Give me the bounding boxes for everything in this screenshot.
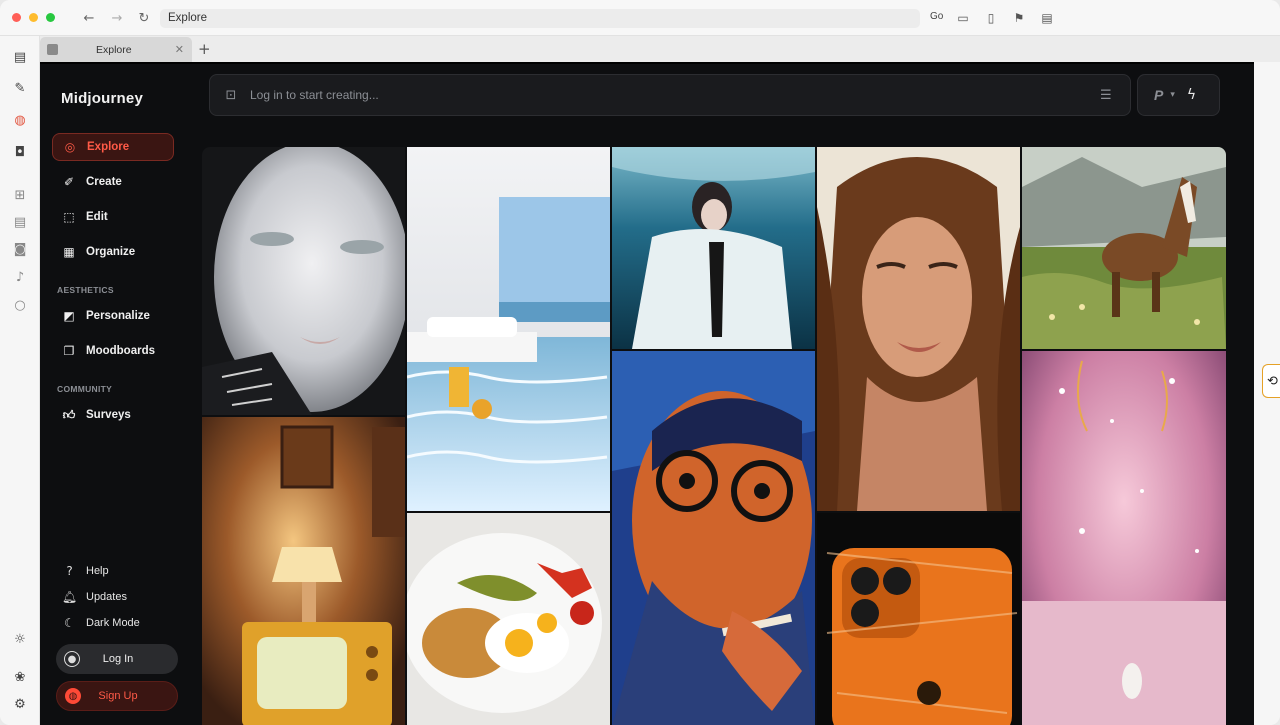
toolbar-icons: ▭ ▯ ⚑ ▤ xyxy=(955,10,1055,26)
nav-label: Edit xyxy=(86,211,108,223)
explore-gallery xyxy=(202,147,1226,725)
side-tool-icon[interactable]: ⟲ xyxy=(1262,364,1280,398)
nav-label: Personalize xyxy=(86,310,150,322)
camera-icon[interactable]: ◙ xyxy=(11,240,29,258)
nav-label: Create xyxy=(86,176,122,188)
signup-label: Sign Up xyxy=(98,690,138,702)
help-link[interactable]: ? Help xyxy=(61,562,109,579)
gallery-image-breakfast-plate[interactable] xyxy=(407,513,610,725)
nav-surveys[interactable]: 👍︎ Surveys xyxy=(52,401,174,429)
globe-icon[interactable]: ◍ xyxy=(11,111,29,129)
go-button[interactable]: Go xyxy=(930,11,943,22)
midjourney-app: Midjourney ◎ Explore ✐ Create ⬚ Edit ▦ O… xyxy=(40,62,1254,725)
gallery-image-orange-phone[interactable] xyxy=(817,513,1020,725)
gallery-image-silver-face[interactable] xyxy=(202,147,405,415)
tab-title: Explore xyxy=(96,43,132,56)
new-tab-icon[interactable]: + xyxy=(198,40,211,58)
updates-label: Updates xyxy=(86,590,127,603)
gallery-image-pink-forest[interactable] xyxy=(1022,351,1226,725)
nav-personalize[interactable]: ◩ Personalize xyxy=(52,302,174,330)
bell-icon: 🔔︎ xyxy=(61,589,78,604)
mode-selector[interactable]: P ▾ ϟ xyxy=(1137,74,1220,116)
grid-icon: ▦ xyxy=(63,245,75,259)
gallery-image-retro-tv-room[interactable] xyxy=(202,417,405,725)
gallery-image-horse-meadow[interactable] xyxy=(1022,147,1226,349)
gallery-image-man-glasses-illustration[interactable] xyxy=(612,351,815,725)
tab-explore[interactable]: Explore ✕ xyxy=(40,37,192,62)
prompt-bar: ⊡ ☰ xyxy=(209,74,1131,116)
thumbs-up-icon: 👍︎ xyxy=(62,407,76,422)
pen-icon[interactable]: ✎ xyxy=(11,79,29,97)
user-icon: ● xyxy=(64,651,80,667)
moon-icon: ☾ xyxy=(64,615,75,630)
back-arrow-icon[interactable]: ← xyxy=(78,7,100,29)
browser-side-rail: ▤ ✎ ◍ ◘ ⊞ ▤ ◙ ♪ ○ ☼ ❀ ⚙ xyxy=(0,36,40,725)
brush-icon: ✐ xyxy=(63,175,75,189)
settings-gear-icon[interactable]: ⚙ xyxy=(11,695,29,713)
nav-label: Explore xyxy=(87,141,130,153)
dark-mode-label: Dark Mode xyxy=(86,616,140,629)
image-add-icon[interactable]: ⊡ xyxy=(222,86,240,104)
window-controls xyxy=(12,13,55,22)
help-icon: ? xyxy=(66,563,73,578)
address-bar[interactable]: Explore xyxy=(160,9,920,28)
browser-toolbar: ← → ↻ Explore Go ▭ ▯ ⚑ ▤ xyxy=(0,0,1280,36)
forward-arrow-icon[interactable]: → xyxy=(106,7,128,29)
gallery-image-underwater-girl[interactable] xyxy=(612,147,815,349)
help-label: Help xyxy=(86,564,109,577)
nav-label: Surveys xyxy=(86,409,131,421)
nav-organize[interactable]: ▦ Organize xyxy=(52,238,174,266)
nav-moodboards[interactable]: ❐ Moodboards xyxy=(52,337,174,365)
bookmark-icon[interactable]: ⚑ xyxy=(1011,10,1027,26)
close-window-button[interactable] xyxy=(12,13,21,22)
document-icon[interactable]: ▤ xyxy=(11,213,29,231)
sliders-icon[interactable]: ☰ xyxy=(1100,88,1118,103)
close-tab-icon[interactable]: ✕ xyxy=(175,43,184,56)
nav-explore[interactable]: ◎ Explore xyxy=(52,133,174,161)
book-icon[interactable]: ▤ xyxy=(1039,10,1055,26)
browser-window: ← → ↻ Explore Go ▭ ▯ ⚑ ▤ ▤ ✎ ◍ ◘ ⊞ ▤ ◙ ♪… xyxy=(0,0,1280,725)
tree-icon[interactable]: ⊞ xyxy=(11,186,29,204)
gallery-image-white-pool-room[interactable] xyxy=(407,147,610,511)
updates-link[interactable]: 🔔︎ Updates xyxy=(61,588,127,605)
chevron-down-icon: ▾ xyxy=(1170,90,1175,100)
prompt-input[interactable] xyxy=(250,88,1100,102)
nav-edit[interactable]: ⬚ Edit xyxy=(52,203,174,231)
sun-icon[interactable]: ☼ xyxy=(11,630,29,648)
moodboards-icon: ❐ xyxy=(63,344,75,358)
globe-icon: ◍ xyxy=(65,688,81,704)
personalize-icon: ◩ xyxy=(63,309,75,323)
favicon-icon xyxy=(47,44,58,55)
notes-icon[interactable]: ▤ xyxy=(11,48,29,66)
maximize-window-button[interactable] xyxy=(46,13,55,22)
tab-strip: Explore ✕ + xyxy=(40,36,1280,62)
login-button[interactable]: ● Log In xyxy=(56,644,178,674)
extensions-icon[interactable]: ❀ xyxy=(11,668,29,686)
edit-icon: ⬚ xyxy=(63,210,75,224)
dark-mode-toggle[interactable]: ☾ Dark Mode xyxy=(61,614,140,631)
brand-logo[interactable]: Midjourney xyxy=(61,90,143,107)
lightning-icon[interactable]: ϟ xyxy=(1187,87,1196,103)
gallery-image-brunette-portrait[interactable] xyxy=(817,147,1020,511)
microphone-icon[interactable]: ♪ xyxy=(11,268,29,286)
signup-button[interactable]: ◍ Sign Up xyxy=(56,681,178,711)
minimize-window-button[interactable] xyxy=(29,13,38,22)
nav-label: Moodboards xyxy=(86,345,155,357)
folder-icon[interactable]: ▭ xyxy=(955,10,971,26)
robot-icon[interactable]: ◘ xyxy=(11,143,29,161)
reload-icon[interactable]: ↻ xyxy=(133,7,155,29)
compass-icon: ◎ xyxy=(64,140,76,154)
reader-icon[interactable]: ▯ xyxy=(983,10,999,26)
section-community: COMMUNITY xyxy=(57,384,113,394)
nav-label: Organize xyxy=(86,246,136,258)
nav-create[interactable]: ✐ Create xyxy=(52,168,174,196)
login-label: Log In xyxy=(102,653,134,665)
chat-icon[interactable]: ○ xyxy=(11,296,29,314)
section-aesthetics: AESTHETICS xyxy=(57,285,114,295)
mode-letter: P xyxy=(1154,87,1164,103)
